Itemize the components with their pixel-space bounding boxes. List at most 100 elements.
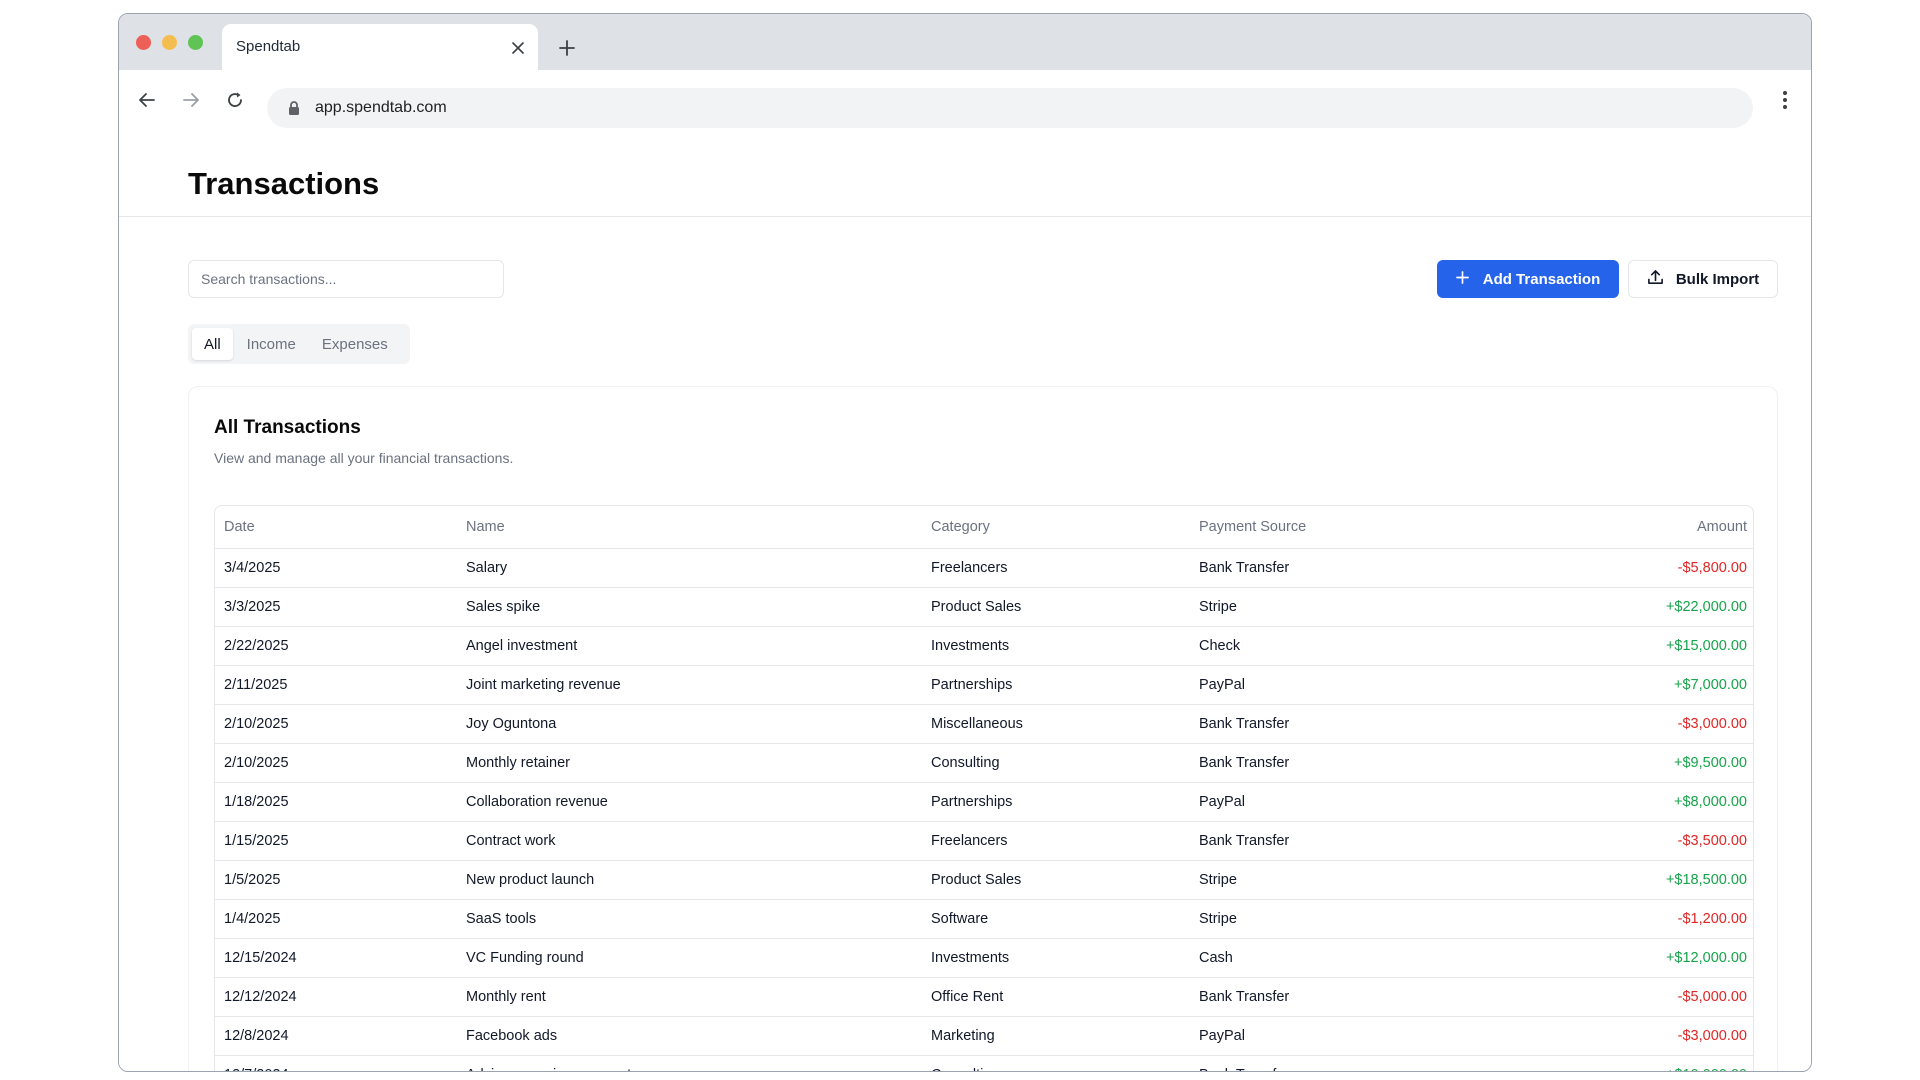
bulk-import-label: Bulk Import [1675,270,1760,288]
cell-name: New product launch [457,860,922,900]
cell-date: 3/4/2025 [215,548,457,588]
column-header-payment-source[interactable]: Payment Source [1190,506,1490,549]
tab-income[interactable]: Income [235,328,308,360]
cell-amount: +$9,500.00 [1490,743,1753,783]
cell-amount: +$7,000.00 [1490,665,1753,705]
cell-payment-source: Bank Transfer [1190,1055,1490,1071]
cell-name: VC Funding round [457,938,922,978]
cell-name: Salary [457,548,922,588]
cell-amount: +$18,500.00 [1490,860,1753,900]
table-row[interactable]: 12/7/2024Advisory service paymentConsult… [215,1055,1753,1071]
cell-amount: -$5,000.00 [1490,977,1753,1017]
cell-amount: -$1,200.00 [1490,899,1753,939]
plus-icon [1455,270,1469,288]
filter-tabs: All Income Expenses [188,324,410,364]
table-row[interactable]: 1/18/2025 Collaboration revenue Partnershi… [215,782,1753,822]
column-header-name[interactable]: Name [457,506,922,549]
cell-category: Software [922,899,1190,939]
add-transaction-button[interactable]: Add Transaction [1437,260,1619,298]
table-row[interactable]: 12/8/2024 Facebook ads Marketing PayPal -$3,… [215,1016,1753,1056]
cell-category: Marketing [922,1016,1190,1056]
cell-amount: +$22,000.00 [1490,587,1753,627]
column-header-date[interactable]: Date [215,506,457,549]
cell-payment-source: PayPal [1190,1016,1490,1056]
url-text: app.spendtab.com [315,99,447,116]
cell-name: Sales spike [457,587,922,627]
tab-expenses[interactable]: Expenses [310,328,400,360]
cell-payment-source: Bank Transfer [1190,977,1490,1017]
cell-amount: +$15,000.00 [1490,626,1753,666]
cell-payment-source: Cash [1190,938,1490,978]
cell-category: Partnerships [922,782,1190,822]
cell-amount: -$3,000.00 [1490,704,1753,744]
cell-date: 2/11/2025 [215,665,457,705]
cell-amount: +$10,000.00 [1490,1055,1753,1071]
cell-category: Freelancers [922,821,1190,861]
tab-strip: Spendtab [119,14,1811,70]
cell-name: Facebook ads [457,1016,922,1056]
cell-amount: -$3,500.00 [1490,821,1753,861]
bulk-import-button[interactable]: Bulk Import [1628,260,1778,298]
table-row[interactable]: 2/10/2025 Monthly retainer Consulting Bank … [215,743,1753,783]
cell-name: Contract work [457,821,922,861]
window-minimize-control[interactable] [162,35,177,50]
cell-name: Joint marketing revenue [457,665,922,705]
cell-category: Product Sales [922,860,1190,900]
cell-date: 12/8/2024 [215,1016,457,1056]
table-row[interactable]: 2/22/2025 Angel investment Investments Chec… [215,626,1753,666]
cell-payment-source: PayPal [1190,782,1490,822]
cell-category: Consulting [922,1055,1190,1071]
table-row[interactable]: 3/4/2025 Salary Freelancers Bank Transfer -$… [215,548,1753,588]
table-body: 3/4/2025 Salary Freelancers Bank Transfer -$… [215,548,1753,1071]
table-row[interactable]: 3/3/2025 Sales spike Product Sales Stripe +$… [215,587,1753,627]
transactions-table: Date Name Category Payment Source Amount… [214,505,1754,1071]
upload-icon [1647,269,1664,290]
plus-icon[interactable] [554,35,580,61]
cell-category: Partnerships [922,665,1190,705]
app-page: Transactions Add Transaction Bulk Import… [119,130,1811,1071]
table-row[interactable]: 1/5/2025 New product launch Product Sales S… [215,860,1753,900]
reload-icon[interactable] [221,86,249,114]
cell-payment-source: Bank Transfer [1190,704,1490,744]
cell-payment-source: Bank Transfer [1190,821,1490,861]
address-bar[interactable]: app.spendtab.com [267,88,1753,128]
page-header: Transactions [119,130,1811,217]
cell-payment-source: Stripe [1190,899,1490,939]
cell-category: Investments [922,626,1190,666]
close-icon[interactable] [508,38,528,58]
cell-amount: +$8,000.00 [1490,782,1753,822]
table-row[interactable]: 1/4/2025 SaaS tools Software Stripe -$1,200.… [215,899,1753,939]
cell-date: 2/10/2025 [215,743,457,783]
cell-name: Monthly retainer [457,743,922,783]
kebab-menu-icon[interactable] [1773,86,1797,114]
column-header-amount[interactable]: Amount [1490,506,1753,549]
cell-name: Collaboration revenue [457,782,922,822]
cell-payment-source: PayPal [1190,665,1490,705]
column-header-category[interactable]: Category [922,506,1190,549]
cell-payment-source: Stripe [1190,587,1490,627]
arrow-right-icon[interactable] [177,86,205,114]
cell-payment-source: Check [1190,626,1490,666]
cell-date: 12/7/2024 [215,1055,457,1071]
search-input[interactable] [188,260,504,298]
cell-name: SaaS tools [457,899,922,939]
table-row[interactable]: 12/12/2024 Monthly rent Office Rent Bank Tr… [215,977,1753,1017]
cell-category: Miscellaneous [922,704,1190,744]
table-row[interactable]: 1/15/2025 Contract work Freelancers Bank Tr… [215,821,1753,861]
tab-all[interactable]: All [192,328,233,360]
cell-amount: -$3,000.00 [1490,1016,1753,1056]
cell-name: Advisory service payment [457,1055,922,1071]
window-close-control[interactable] [136,35,151,50]
cell-date: 2/22/2025 [215,626,457,666]
transactions-card: All Transactions View and manage all you… [188,386,1778,1071]
cell-amount: +$12,000.00 [1490,938,1753,978]
browser-tab-spendtab[interactable]: Spendtab [222,24,538,70]
table-row[interactable]: 2/10/2025 Joy Oguntona Miscellaneous Bank T… [215,704,1753,744]
table-row[interactable]: 12/15/2024 VC Funding round Investments Cas… [215,938,1753,978]
table-row[interactable]: 2/11/2025 Joint marketing revenue Partners… [215,665,1753,705]
arrow-left-icon[interactable] [133,86,161,114]
cell-date: 1/4/2025 [215,899,457,939]
browser-window: Spendtab app.spendtab.com Transactions S… [118,13,1812,1072]
window-maximize-control[interactable] [188,35,203,50]
cell-category: Consulting [922,743,1190,783]
